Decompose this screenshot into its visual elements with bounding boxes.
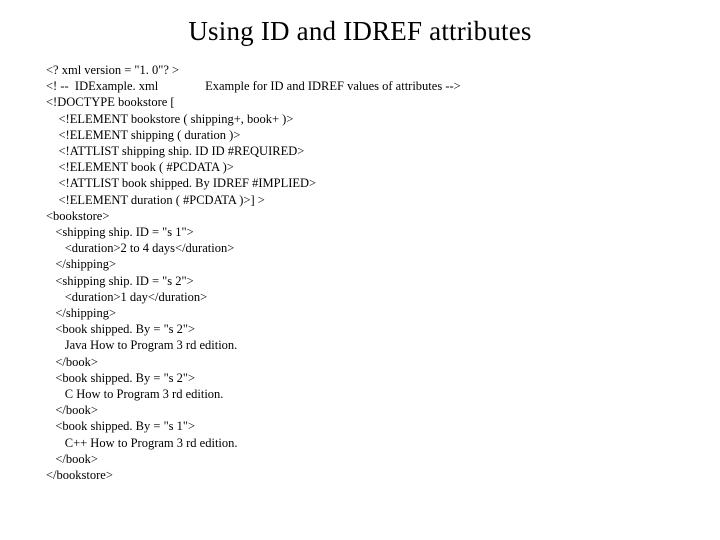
code-line: <book shipped. By = "s 2"> (46, 370, 461, 386)
code-line: </book> (46, 354, 461, 370)
code-line: <!ELEMENT book ( #PCDATA )> (46, 159, 461, 175)
code-line: <!ELEMENT duration ( #PCDATA )>] > (46, 192, 461, 208)
code-line: <!ATTLIST book shipped. By IDREF #IMPLIE… (46, 175, 461, 191)
code-line: <!ELEMENT shipping ( duration )> (46, 127, 461, 143)
code-line: </shipping> (46, 256, 461, 272)
code-line: <? xml version = "1. 0"? > (46, 62, 461, 78)
code-line: C++ How to Program 3 rd edition. (46, 435, 461, 451)
slide: Using ID and IDREF attributes <? xml ver… (0, 0, 720, 540)
code-line: </book> (46, 451, 461, 467)
code-line: </bookstore> (46, 467, 461, 483)
slide-title: Using ID and IDREF attributes (0, 16, 720, 47)
code-line: Java How to Program 3 rd edition. (46, 337, 461, 353)
code-line: </book> (46, 402, 461, 418)
code-line: <!ELEMENT bookstore ( shipping+, book+ )… (46, 111, 461, 127)
code-block: <? xml version = "1. 0"? ><! -- IDExampl… (46, 62, 461, 483)
code-line: <!ATTLIST shipping ship. ID ID #REQUIRED… (46, 143, 461, 159)
code-line: <duration>2 to 4 days</duration> (46, 240, 461, 256)
code-line: <shipping ship. ID = "s 2"> (46, 273, 461, 289)
code-line: <bookstore> (46, 208, 461, 224)
code-line: <book shipped. By = "s 2"> (46, 321, 461, 337)
code-line: <! -- IDExample. xml Example for ID and … (46, 78, 461, 94)
code-line: <duration>1 day</duration> (46, 289, 461, 305)
code-line: </shipping> (46, 305, 461, 321)
code-line: C How to Program 3 rd edition. (46, 386, 461, 402)
code-line: <shipping ship. ID = "s 1"> (46, 224, 461, 240)
code-line: <!DOCTYPE bookstore [ (46, 94, 461, 110)
code-line: <book shipped. By = "s 1"> (46, 418, 461, 434)
